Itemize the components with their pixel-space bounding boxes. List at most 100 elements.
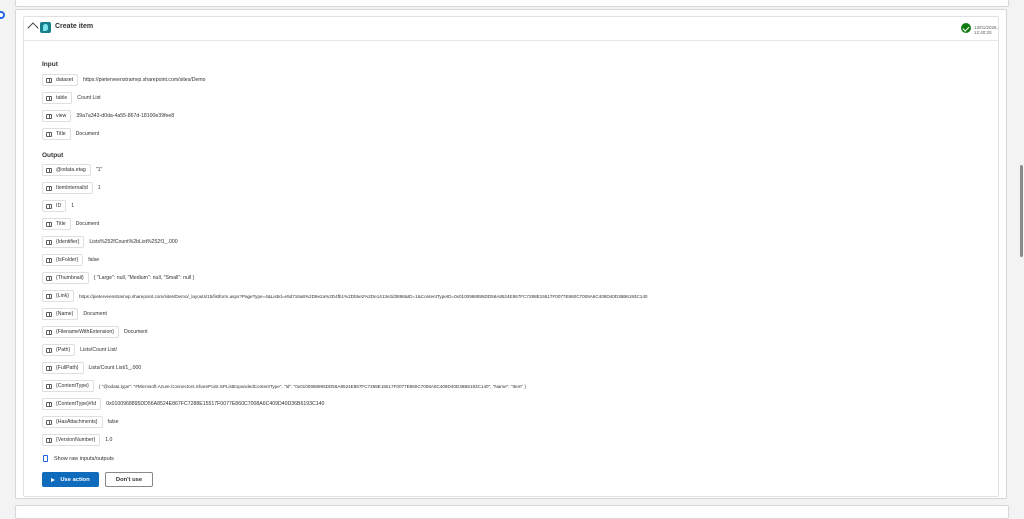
action-title: Create item	[55, 23, 94, 30]
output-param: {Link} https://pieterveenstramvp.sharepo…	[42, 290, 647, 302]
table-field-icon	[46, 329, 52, 335]
table-field-icon	[46, 167, 52, 173]
param-value: false	[88, 257, 100, 263]
sharepoint-icon	[40, 22, 51, 33]
input-param-dataset: dataset https://pieterveenstramvp.sharep…	[42, 74, 206, 86]
param-value: 1.0	[105, 437, 113, 443]
output-param: {ContentType} { "@odata.type": "#Microso…	[42, 380, 526, 392]
param-value: 39a7a343-d0da-4a55-867d-18100e39fee8	[76, 113, 175, 119]
output-param: {HasAttachments} false	[42, 416, 119, 428]
param-value: Count List	[77, 95, 101, 101]
param-key-chip: {Name}	[42, 308, 79, 320]
scrollbar-thumb[interactable]	[1020, 165, 1023, 257]
param-key-chip: {FilenameWithExtension}	[42, 326, 119, 338]
param-value: https://pieterveenstramvp.sharepoint.com…	[78, 293, 648, 299]
table-field-icon	[46, 365, 52, 371]
dont-use-button[interactable]: Don't use	[105, 472, 153, 487]
param-value: { "@odata.type": "#Microsoft.Azure.Conne…	[98, 383, 526, 389]
table-field-icon	[46, 401, 52, 407]
param-key-chip: {FullPath}	[42, 362, 84, 374]
chevron-up-icon[interactable]	[27, 22, 39, 34]
param-value: Document	[75, 131, 100, 137]
table-field-icon	[46, 203, 52, 209]
param-key-chip: {Path}	[42, 344, 76, 356]
table-field-icon	[46, 113, 52, 119]
param-value: Lists%252fCount%2bList%252f1_.000	[89, 239, 178, 245]
output-param: {VersionNumber} 1.0	[42, 434, 112, 446]
output-section-title: Output	[42, 152, 64, 159]
param-key-chip: {Link}	[42, 290, 74, 302]
previous-action-card	[15, 0, 1009, 7]
output-param: {Path} Lists/Count List/	[42, 344, 117, 356]
param-key-chip: {VersionNumber}	[42, 434, 101, 446]
use-action-label: Use action	[60, 476, 90, 483]
table-field-icon	[46, 185, 52, 191]
use-action-button[interactable]: Use action	[42, 472, 99, 487]
param-value: Lists/Count List/1_.000	[88, 365, 142, 371]
param-key-chip: {IsFolder}	[42, 254, 84, 266]
raw-link-label: Show raw inputs/outputs	[54, 455, 114, 462]
dont-use-label: Don't use	[115, 476, 143, 483]
input-section-title: Input	[42, 61, 58, 68]
action-card: Create item 13/01/2026, 12:40:20 Input d…	[15, 9, 1007, 499]
table-field-icon	[46, 95, 52, 101]
output-param: ID 1	[42, 200, 74, 212]
param-value: 1	[97, 185, 101, 191]
output-param: Title Document	[42, 218, 99, 230]
table-field-icon	[46, 257, 52, 263]
document-icon	[43, 455, 48, 462]
checkmark-circle-icon	[961, 23, 971, 33]
table-field-icon	[46, 311, 52, 317]
param-key-chip: ID	[42, 200, 67, 212]
table-field-icon	[46, 419, 52, 425]
table-field-icon	[46, 239, 52, 245]
param-value: https://pieterveenstramvp.sharepoint.com…	[83, 77, 206, 83]
param-key-chip: dataset	[42, 74, 79, 86]
output-param: {IsFolder} false	[42, 254, 99, 266]
param-key-chip: Title	[42, 218, 71, 230]
param-value: Document	[83, 311, 107, 317]
param-key-chip: view	[42, 110, 72, 122]
param-value: false	[107, 419, 119, 425]
param-key-chip: {ContentType}#Id	[42, 398, 102, 410]
param-value: "1"	[95, 167, 103, 173]
param-value: 0x0100968895DD56A8524E867FC7288E15517F00…	[106, 401, 325, 407]
param-key-chip: {ContentType}	[42, 380, 94, 392]
param-key-chip: {HasAttachments}	[42, 416, 103, 428]
table-field-icon	[46, 221, 52, 227]
param-key-chip: @odata.etag	[42, 164, 91, 176]
param-key-chip: Title	[42, 128, 71, 140]
param-key-chip: {Identifier}	[42, 236, 85, 248]
action-header[interactable]: Create item 13/01/2026, 12:40:20	[24, 17, 998, 41]
table-field-icon	[46, 275, 52, 281]
param-value: Document	[75, 221, 100, 227]
param-value: Document	[123, 329, 148, 335]
output-param: {ContentType}#Id 0x0100968895DD56A8524E8…	[42, 398, 324, 410]
table-field-icon	[46, 437, 52, 443]
output-param: {Thumbnail} { "Large": null, "Medium": n…	[42, 272, 194, 284]
action-detail-panel: Create item 13/01/2026, 12:40:20 Input d…	[23, 16, 999, 497]
table-field-icon	[46, 77, 52, 83]
table-field-icon	[46, 131, 52, 137]
output-param: {FilenameWithExtension} Document	[42, 326, 148, 338]
output-param: {Name} Document	[42, 308, 107, 320]
param-key-chip: table	[42, 92, 73, 104]
run-timestamp: 13/01/2026, 12:40:20	[974, 25, 998, 35]
output-param: @odata.etag "1"	[42, 164, 102, 176]
param-value: { "Large": null, "Medium": null, "Small"…	[93, 275, 195, 281]
output-param: ItemInternalId 1	[42, 182, 101, 194]
input-param-table: table Count List	[42, 92, 101, 104]
output-param: {FullPath} Lists/Count List/1_.000	[42, 362, 141, 374]
output-param: {Identifier} Lists%252fCount%2bList%252f…	[42, 236, 178, 248]
play-icon	[51, 477, 56, 482]
input-param-title: Title Document	[42, 128, 99, 140]
param-key-chip: ItemInternalId	[42, 182, 93, 194]
param-value: 1	[71, 203, 75, 209]
show-raw-inputs-outputs-link[interactable]: Show raw inputs/outputs	[43, 455, 114, 462]
step-indicator-dot	[0, 11, 5, 19]
table-field-icon	[46, 293, 52, 299]
table-field-icon	[46, 347, 52, 353]
table-field-icon	[46, 383, 52, 389]
input-param-view: view 39a7a343-d0da-4a55-867d-18100e39fee…	[42, 110, 174, 122]
next-action-card	[15, 505, 1009, 519]
